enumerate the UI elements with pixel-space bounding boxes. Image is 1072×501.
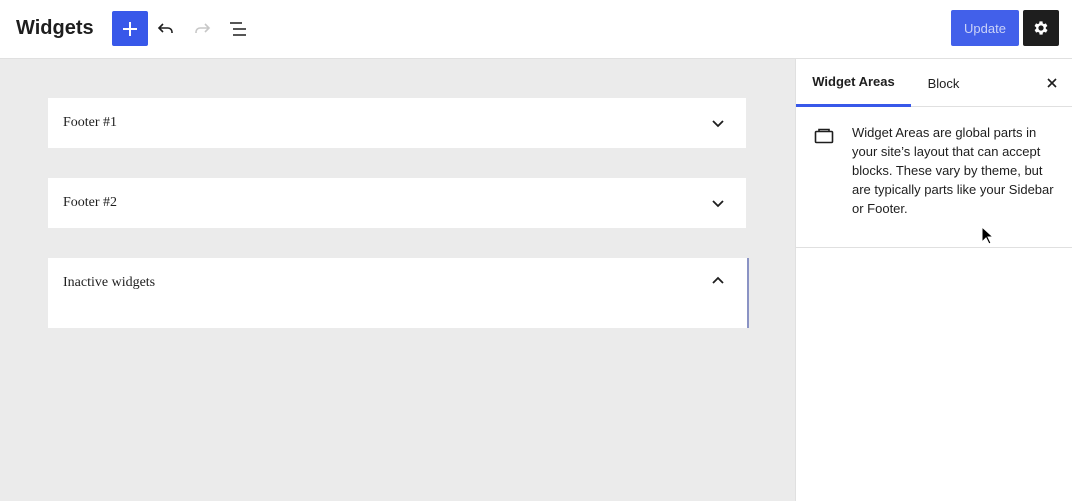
redo-icon	[195, 22, 211, 33]
mouse-cursor-icon	[981, 226, 995, 245]
widget-area-title: Footer #2	[63, 195, 118, 210]
tab-block[interactable]: Block	[911, 59, 976, 107]
widget-area-icon	[813, 125, 835, 147]
undo-button[interactable]	[148, 11, 184, 46]
close-sidebar-button[interactable]	[1040, 71, 1064, 95]
undo-icon	[157, 22, 173, 33]
list-view-icon	[230, 21, 246, 36]
widget-canvas: Footer #1 Footer #2 Inactive widgets	[0, 59, 795, 501]
chevron-down-icon[interactable]	[708, 193, 728, 213]
description-text: Widget Areas are global parts in your si…	[852, 125, 1054, 216]
update-button[interactable]: Update	[951, 10, 1019, 46]
widget-area-title: Inactive widgets	[63, 275, 156, 290]
settings-sidebar: Widget Areas Block Widget Areas are glob…	[795, 59, 1072, 501]
chevron-down-icon[interactable]	[708, 113, 728, 133]
redo-button[interactable]	[184, 11, 220, 46]
sidebar-tabs: Widget Areas Block	[796, 59, 1072, 107]
page-title: Widgets	[16, 17, 94, 39]
settings-button[interactable]	[1023, 10, 1059, 46]
plus-icon	[123, 21, 137, 36]
close-icon	[1047, 78, 1057, 88]
widget-area-footer-1[interactable]: Footer #1	[48, 98, 746, 148]
header-toolbar: Widgets Update	[0, 0, 1072, 59]
add-block-button[interactable]	[112, 11, 148, 46]
gear-icon	[1034, 21, 1048, 35]
widget-area-inactive[interactable]: Inactive widgets	[48, 258, 749, 328]
widget-areas-description: Widget Areas are global parts in your si…	[796, 107, 1072, 248]
list-view-button[interactable]	[220, 11, 256, 46]
widget-area-title: Footer #1	[63, 115, 118, 130]
tab-widget-areas[interactable]: Widget Areas	[796, 59, 911, 107]
chevron-up-icon[interactable]	[708, 271, 728, 291]
widget-area-footer-2[interactable]: Footer #2	[48, 178, 746, 228]
